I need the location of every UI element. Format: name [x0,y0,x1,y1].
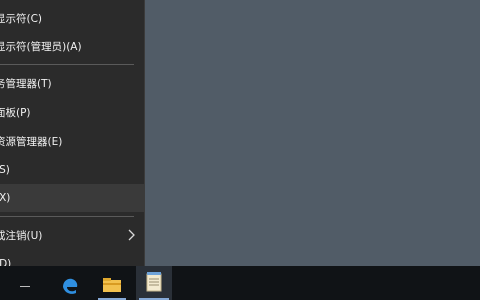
menu-item-label: 显示符(管理员)(A) [0,40,82,53]
notepad-icon [146,272,162,292]
taskbar-notepad-button[interactable] [136,266,172,300]
taskbar-partial-icon [20,286,30,287]
menu-item-label: 显示符(C) [0,12,43,25]
edge-browser-icon [63,278,78,294]
menu-item-file-explorer[interactable]: 资源管理器(E) [0,127,144,155]
winx-context-menu: 显示符(C) 显示符(管理员)(A) 务管理器(T) 面板(P) 资源管理器(E… [0,0,145,266]
menu-item-label: 或注销(U) [0,229,43,242]
taskbar-explorer-button[interactable] [92,266,132,300]
menu-item-task-manager[interactable]: 务管理器(T) [0,69,144,97]
chevron-right-icon [128,229,135,241]
taskbar-edge-button[interactable] [50,266,90,300]
menu-item-control-panel[interactable]: 面板(P) [0,98,144,126]
menu-item-command-prompt[interactable]: 显示符(C) [0,4,144,32]
menu-item-desktop[interactable]: (D) [0,250,144,266]
menu-item-search[interactable]: (S) [0,156,144,184]
menu-item-label: 务管理器(T) [0,77,52,90]
menu-item-run[interactable]: (X) [0,184,144,212]
menu-separator [0,216,134,217]
menu-item-shutdown-or-signout[interactable]: 或注销(U) [0,221,144,249]
menu-separator [0,64,134,65]
menu-item-label: (S) [0,164,10,176]
menu-item-label: (D) [0,258,12,266]
menu-item-command-prompt-admin[interactable]: 显示符(管理员)(A) [0,32,144,60]
menu-item-label: (X) [0,192,11,204]
menu-item-label: 面板(P) [0,106,31,119]
file-explorer-icon [103,278,121,292]
menu-item-label: 资源管理器(E) [0,135,63,148]
taskbar [0,266,480,300]
